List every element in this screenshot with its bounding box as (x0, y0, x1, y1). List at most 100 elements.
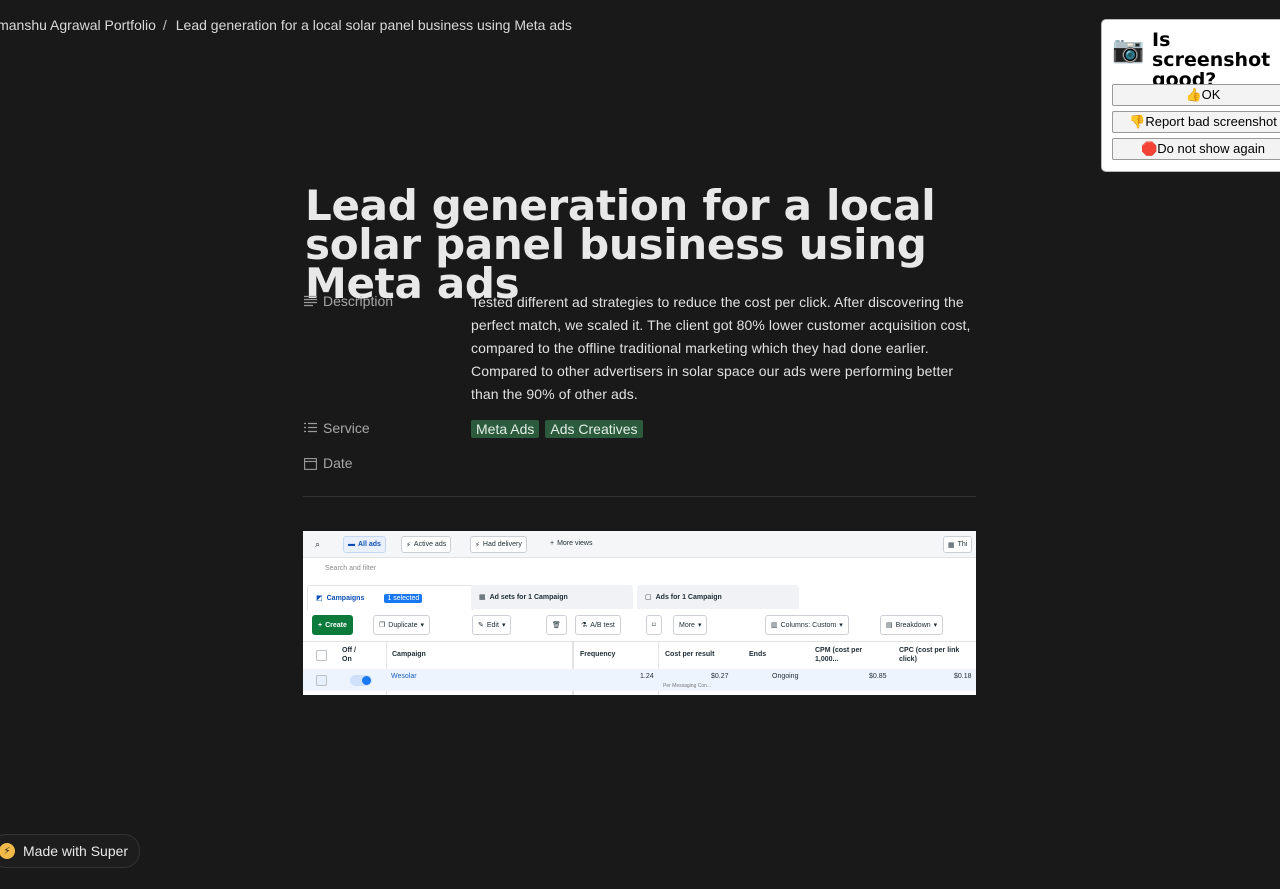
description-label: Description (323, 293, 394, 309)
table-row: Wesolar 1.24 $0.27 Per Messaging Con... … (303, 669, 976, 691)
screenshot-feedback-popup: 📷 Is screenshot good? 👍OK 👎Report bad sc… (1101, 19, 1280, 172)
tab-campaigns-label: Campaigns (326, 594, 365, 602)
report-bad-screenshot-button[interactable]: 👎Report bad screenshot (1112, 111, 1280, 133)
search-icon: ⌕ (315, 539, 321, 549)
made-with-super-label: Made with Super (23, 843, 129, 859)
page-title: Lead generation for a local solar panel … (305, 181, 936, 308)
folder-icon: ▬ (348, 541, 355, 548)
tag-button: ⌑ (646, 615, 662, 635)
chevron-down-icon: ▾ (420, 622, 424, 629)
chevron-down-icon: ▾ (933, 622, 938, 629)
ab-test-button: ⚗ A/B test (575, 615, 621, 635)
copy-icon: ❐ (379, 622, 386, 629)
bolt-icon: ⚡ (475, 541, 480, 549)
col-cpc: CPC (cost per link click) (899, 647, 960, 663)
view-more-views: + More views (546, 536, 597, 551)
view-had-delivery-label: Had delivery (482, 541, 522, 548)
selected-badge: 1 selected (384, 593, 423, 603)
row-checkbox (316, 675, 327, 686)
tab-ads: ▢ Ads for 1 Campaign (637, 585, 799, 609)
col-cost-per-result: Cost per result (665, 651, 715, 658)
tag-icon: ⌑ (652, 622, 656, 629)
view-right-chip-label: Thi (957, 541, 968, 548)
divider (303, 496, 976, 497)
ads-manager-screenshot: ⌕ ▬ All ads ⚡ Active ads ⚡ Had delivery + Mo… (303, 531, 976, 695)
text-lines-icon (304, 295, 317, 306)
description-text: Tested different ad strategies to reduce… (471, 294, 971, 402)
view-all-ads: ▬ All ads (343, 536, 386, 553)
duplicate-button: ❐ Duplicate ▾ (373, 615, 430, 635)
grid-icon: ▦ (479, 594, 486, 601)
property-date: Date (304, 455, 353, 471)
columns-button: ▥ Columns: Custom ▾ (765, 615, 849, 635)
date-label: Date (323, 455, 353, 471)
chevron-down-icon: ▾ (839, 622, 843, 629)
ab-test-label: A/B test (590, 621, 615, 629)
col-frequency: Frequency (580, 651, 616, 658)
breakdown-icon: ▤ (886, 622, 893, 629)
col-campaign: Campaign (392, 651, 426, 658)
view-more-views-label: More views (557, 540, 593, 547)
breadcrumb-current-page[interactable]: Lead generation for a local solar panel … (176, 17, 572, 33)
cost-per-result-note: Per Messaging Con... (663, 683, 712, 689)
breakdown-label: Breakdown (895, 621, 931, 629)
columns-icon: ▥ (771, 622, 778, 629)
cost-per-result-value: $0.27 (711, 673, 729, 680)
breadcrumb-portfolio-link[interactable]: imanshu Agrawal Portfolio (0, 17, 156, 33)
flask-icon: ⚗ (581, 622, 588, 629)
property-description: Description (304, 293, 393, 309)
ok-button[interactable]: 👍OK (1112, 84, 1280, 106)
breakdown-button: ▤ Breakdown ▾ (880, 615, 944, 635)
tab-ads-label: Ads for 1 Campaign (655, 593, 722, 601)
create-label: Create (325, 621, 347, 629)
cpm-value: $0.85 (869, 673, 887, 680)
edit-button: ✎ Edit ▾ (472, 615, 512, 635)
campaign-name: Wesolar (391, 673, 417, 680)
bolt-icon: ⚡ (406, 541, 411, 549)
tag-ads-creatives: Ads Creatives (545, 420, 643, 438)
edit-label: Edit (486, 621, 499, 629)
ends-value: Ongoing (772, 673, 799, 680)
property-service: Service (304, 420, 370, 436)
lightning-icon: ⚡ (0, 843, 15, 859)
duplicate-label: Duplicate (388, 621, 418, 629)
table-header: Off / On Campaign Frequency Cost per res… (303, 641, 976, 670)
view-had-delivery: ⚡ Had delivery (470, 536, 527, 553)
col-off-on: Off / On (342, 647, 356, 663)
col-ends: Ends (749, 651, 767, 658)
create-button: + Create (312, 615, 353, 635)
trash-icon: 🗑 (552, 622, 561, 629)
view-active-ads-label: Active ads (413, 541, 447, 548)
do-not-show-again-button[interactable]: 🛑Do not show again (1112, 138, 1280, 160)
cpc-value: $0.18 (954, 673, 972, 680)
columns-label: Columns: Custom (780, 621, 837, 629)
level-tabs: ◩ Campaigns 1 selected ▦ Ad sets for 1 Camp… (307, 585, 976, 611)
service-label: Service (323, 420, 370, 436)
view-active-ads: ⚡ Active ads (401, 536, 452, 553)
service-tags: Meta Ads Ads Creatives (471, 420, 643, 438)
view-right-chip: ▦ Thi (943, 536, 973, 553)
pencil-icon: ✎ (478, 622, 484, 629)
calendar-icon (304, 457, 317, 470)
chevron-down-icon: ▾ (501, 622, 506, 629)
campaign-icon: ◩ (316, 595, 323, 602)
breadcrumb: imanshu Agrawal Portfolio / Lead generatio… (0, 17, 572, 33)
search-filter-input: Search and filter (325, 565, 376, 572)
ad-icon: ▢ (645, 594, 652, 601)
list-icon (304, 422, 317, 432)
tab-campaigns: ◩ Campaigns 1 selected (307, 585, 473, 610)
more-button: More ▾ (673, 615, 708, 635)
tab-ad-sets: ▦ Ad sets for 1 Campaign (471, 585, 633, 609)
views-bar: ⌕ ▬ All ads ⚡ Active ads ⚡ Had delivery + Mo… (303, 531, 976, 558)
plus-icon: + (318, 621, 323, 629)
view-all-ads-label: All ads (358, 541, 381, 548)
camera-icon: 📷 (1112, 34, 1145, 64)
more-label: More (679, 621, 695, 629)
made-with-super-badge[interactable]: ⚡ Made with Super (0, 834, 141, 868)
breadcrumb-separator: / (162, 17, 167, 33)
tag-meta-ads: Meta Ads (471, 420, 540, 438)
table-icon: ▦ (948, 541, 955, 549)
col-cpm: CPM (cost per 1,000... (815, 647, 863, 663)
tab-ad-sets-label: Ad sets for 1 Campaign (489, 593, 568, 601)
chevron-down-icon: ▾ (697, 622, 702, 629)
